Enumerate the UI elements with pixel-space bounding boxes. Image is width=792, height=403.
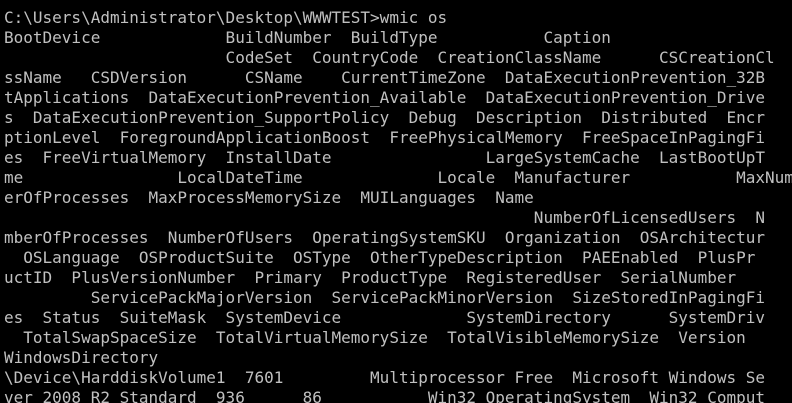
console-line: erOfProcesses MaxProcessMemorySize MUILa… (4, 188, 534, 207)
console-line: mberOfProcesses NumberOfUsers OperatingS… (4, 228, 765, 247)
console-line: \Device\HarddiskVolume1 7601 Multiproces… (4, 368, 765, 387)
console-line: TotalSwapSpaceSize TotalVirtualMemorySiz… (4, 328, 746, 347)
console-line: OSLanguage OSProductSuite OSType OtherTy… (4, 248, 756, 267)
console-line: ssName CSDVersion CSName CurrentTimeZone… (4, 68, 765, 87)
console-line: me LocalDateTime Locale Manufacturer Max… (4, 168, 792, 187)
console-line: CodeSet CountryCode CreationClassName CS… (4, 48, 775, 67)
console-line: BootDevice BuildNumber BuildType Caption (4, 28, 611, 47)
console-line: NumberOfLicensedUsers N (4, 208, 765, 227)
console-window[interactable]: C:\Users\Administrator\Desktop\WWWTEST>w… (0, 0, 792, 403)
console-line: es FreeVirtualMemory InstallDate LargeSy… (4, 148, 765, 167)
console-line: ver 2008 R2 Standard 936 86 Win32_Operat… (4, 388, 765, 403)
console-line-prompt: C:\Users\Administrator\Desktop\WWWTEST>w… (4, 8, 448, 27)
console-line: es Status SuiteMask SystemDevice SystemD… (4, 308, 765, 327)
console-line: uctID PlusVersionNumber Primary ProductT… (4, 268, 737, 287)
console-line: tApplications DataExecutionPrevention_Av… (4, 88, 765, 107)
console-line: ServicePackMajorVersion ServicePackMinor… (4, 288, 765, 307)
console-line: s DataExecutionPrevention_SupportPolicy … (4, 108, 765, 127)
console-line: ptionLevel ForegroundApplicationBoost Fr… (4, 128, 765, 147)
console-line: WindowsDirectory (4, 348, 159, 367)
